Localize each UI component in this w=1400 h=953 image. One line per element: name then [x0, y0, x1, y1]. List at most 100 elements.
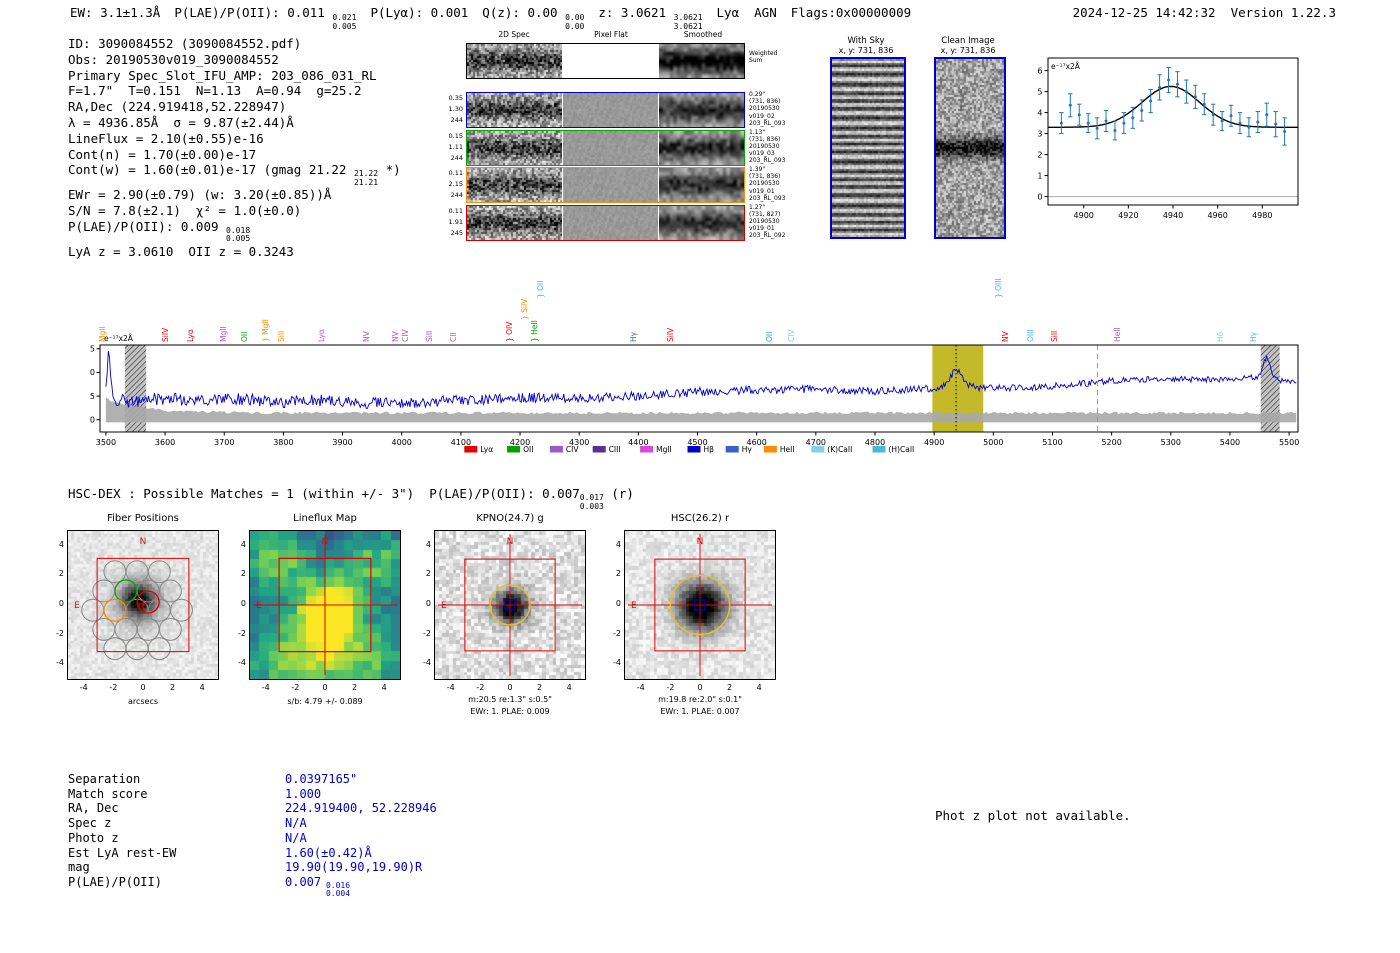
header-plae-poii: P(LAE)/P(OII): 0.011 0.021 0.005 [174, 5, 357, 31]
svg-text:7.5: 7.5 [90, 345, 95, 354]
cutout-strip-canvas [563, 168, 658, 202]
info-line: Primary Spec_Slot_IFU_AMP: 203_086_031_R… [68, 67, 377, 83]
svg-text:3500: 3500 [96, 438, 116, 447]
info-line: Cont(n) = 1.70(±0.00)e-17 [68, 146, 257, 162]
header-ew: EW: 3.1±1.3Å [70, 5, 161, 20]
panel-y-tick: 2 [615, 569, 621, 579]
header-bar: EW: 3.1±1.3Å P(LAE)/P(OII): 0.011 0.021 0… [70, 5, 911, 31]
lineflux-map-panel: NE [249, 530, 401, 680]
emission-line-label: } OIII [993, 278, 1003, 298]
photz-note: Phot z plot not available. [935, 808, 1131, 823]
match-table-row: Photo z N/A [68, 830, 307, 845]
emission-line-label: OII [765, 331, 775, 342]
lineflux-caption: s/b: 4.79 +/- 0.089 [287, 697, 363, 706]
kpno-caption-2: EWr: 1. PLAE: 0.009 [470, 707, 550, 716]
emission-line-label: CII [449, 332, 459, 342]
info-block: ID: 3090084552 (3090084552.pdf) Obs: 2019… [68, 36, 401, 260]
svg-text:4960: 4960 [1207, 211, 1227, 220]
panel-y-tick: -4 [56, 658, 64, 668]
cutout-strip-canvas [659, 205, 744, 240]
line-fit-chart: 4900 4920 4940 4960 4980 0 1 2 3 4 5 6 e⁻¹⁷x2Å [1037, 57, 1299, 220]
cutout-row-annotation: 0.29" (731, 836) 20190530 v019_02 203_RL_093 [749, 91, 786, 127]
panel-x-tick: 0 [140, 683, 146, 692]
column-header-smoothed: Smoothed [683, 30, 723, 39]
svg-text:N: N [697, 537, 704, 547]
emission-line-label: NV [361, 331, 371, 342]
panel-x-tick: -4 [636, 683, 645, 692]
emission-line-label: NV [1000, 331, 1010, 342]
svg-text:e⁻¹⁷x2Å: e⁻¹⁷x2Å [1051, 62, 1081, 71]
hscdex-uncertainty: 0.017 0.003 [579, 493, 604, 511]
fiber-positions-panel: NE [67, 530, 219, 680]
panel-y-tick: 4 [240, 539, 246, 549]
svg-text:4400: 4400 [628, 438, 648, 447]
svg-text:4700: 4700 [806, 438, 826, 447]
emission-line-label: } OIV [505, 321, 515, 342]
hsc-dex-summary: HSC-DEX : Possible Matches = 1 (within +… [68, 486, 634, 511]
clean-image-title: Clean Image [941, 36, 995, 46]
cutout-row-weights: 0.35 1.30 244 [448, 94, 463, 124]
match-table-row: Separation 0.0397165" [68, 772, 358, 786]
svg-text:MgII: MgII [656, 445, 672, 454]
panel-x-tick: -2 [291, 683, 300, 692]
svg-text:5400: 5400 [1220, 438, 1240, 447]
panel-y-tick: -2 [613, 628, 621, 638]
column-header-2d-spec: 2D Spec [498, 30, 530, 39]
emission-line-label: CIV [400, 329, 410, 342]
full-spectrum-chart: 3500 3600 3700 3800 3900 4000 4100 4200 4300 4400… [90, 334, 1299, 454]
with-sky-image [830, 57, 906, 239]
svg-text:3: 3 [1037, 129, 1042, 138]
svg-text:5100: 5100 [1042, 438, 1062, 447]
hsc-panel-title: HSC(26.2) r [670, 513, 730, 524]
header-z: z: 3.0621 3.0621 3.0621 [598, 5, 703, 31]
clean-image-canvas [936, 59, 1004, 237]
emission-line-label: SiII [424, 330, 434, 342]
weighted-sum-label: Weighted Sum [749, 50, 778, 65]
emission-line-label: SiII [276, 330, 286, 342]
svg-text:4900: 4900 [1074, 211, 1094, 220]
svg-text:N: N [322, 537, 329, 547]
panel-y-tick: -4 [238, 658, 246, 668]
svg-text:4800: 4800 [865, 438, 885, 447]
panel-y-tick: -4 [423, 658, 431, 668]
emission-line-label: OIII [1025, 329, 1035, 342]
hsc-caption-2: EWr: 1. PLAE: 0.007 [660, 707, 740, 716]
emission-line-label: Hγ [629, 331, 639, 342]
svg-text:N: N [507, 537, 514, 547]
match-table: Separation 0.0397165" Match score 1.000 RA, … [68, 772, 437, 899]
panel-y-tick: 2 [425, 569, 431, 579]
info-line: Obs: 20190530v019_3090084552 [68, 51, 279, 67]
svg-text:Lyα: Lyα [480, 445, 493, 454]
svg-text:4: 4 [1037, 108, 1042, 117]
panel-x-tick: -4 [261, 683, 270, 692]
cutout-row-annotation: 1.27" (731, 827) 20190530 v019_01 203_RL_092 [749, 203, 786, 240]
panel-x-tick: 0 [507, 683, 513, 692]
emission-line-label: } MgII [261, 319, 271, 342]
cutout-strip-canvas [467, 93, 562, 127]
cutout-strip-canvas [659, 44, 744, 78]
svg-text:4940: 4940 [1163, 211, 1183, 220]
svg-text:3900: 3900 [332, 438, 352, 447]
panel-y-tick: -2 [238, 628, 246, 638]
elixer-report-page: EW: 3.1±1.3Å P(LAE)/P(OII): 0.011 0.021 0… [0, 0, 1400, 953]
svg-text:5200: 5200 [1101, 438, 1121, 447]
z-uncertainty: 3.0621 3.0621 [673, 13, 703, 31]
kpno-cutout-overlay: NE [438, 534, 582, 676]
emission-line-label: MgII [218, 326, 228, 342]
hsc-caption-1: m:19.8 re:2.0" s:0.1" [658, 695, 742, 704]
svg-text:2.5: 2.5 [90, 392, 95, 401]
info-line: LyA z = 3.0610 OII z = 0.3243 [68, 243, 294, 259]
panel-y-tick: 0 [58, 599, 64, 608]
cutout-strip-canvas [467, 205, 562, 240]
header-plya: P(Lyα): 0.001 [370, 5, 469, 20]
info-line: EWr = 2.90(±0.79) (w: 3.20(±0.85))Å [68, 187, 332, 203]
cutout-strip-canvas [659, 168, 744, 202]
emission-line-label: CIV [786, 329, 796, 342]
svg-text:0.0: 0.0 [90, 416, 95, 425]
svg-text:4980: 4980 [1252, 211, 1272, 220]
panel-y-tick: 4 [58, 539, 64, 549]
svg-text:OII: OII [523, 445, 533, 454]
panel-x-tick: 4 [756, 683, 762, 692]
svg-text:e⁻¹⁷x2Å: e⁻¹⁷x2Å [104, 334, 134, 343]
svg-text:6: 6 [1037, 66, 1042, 75]
